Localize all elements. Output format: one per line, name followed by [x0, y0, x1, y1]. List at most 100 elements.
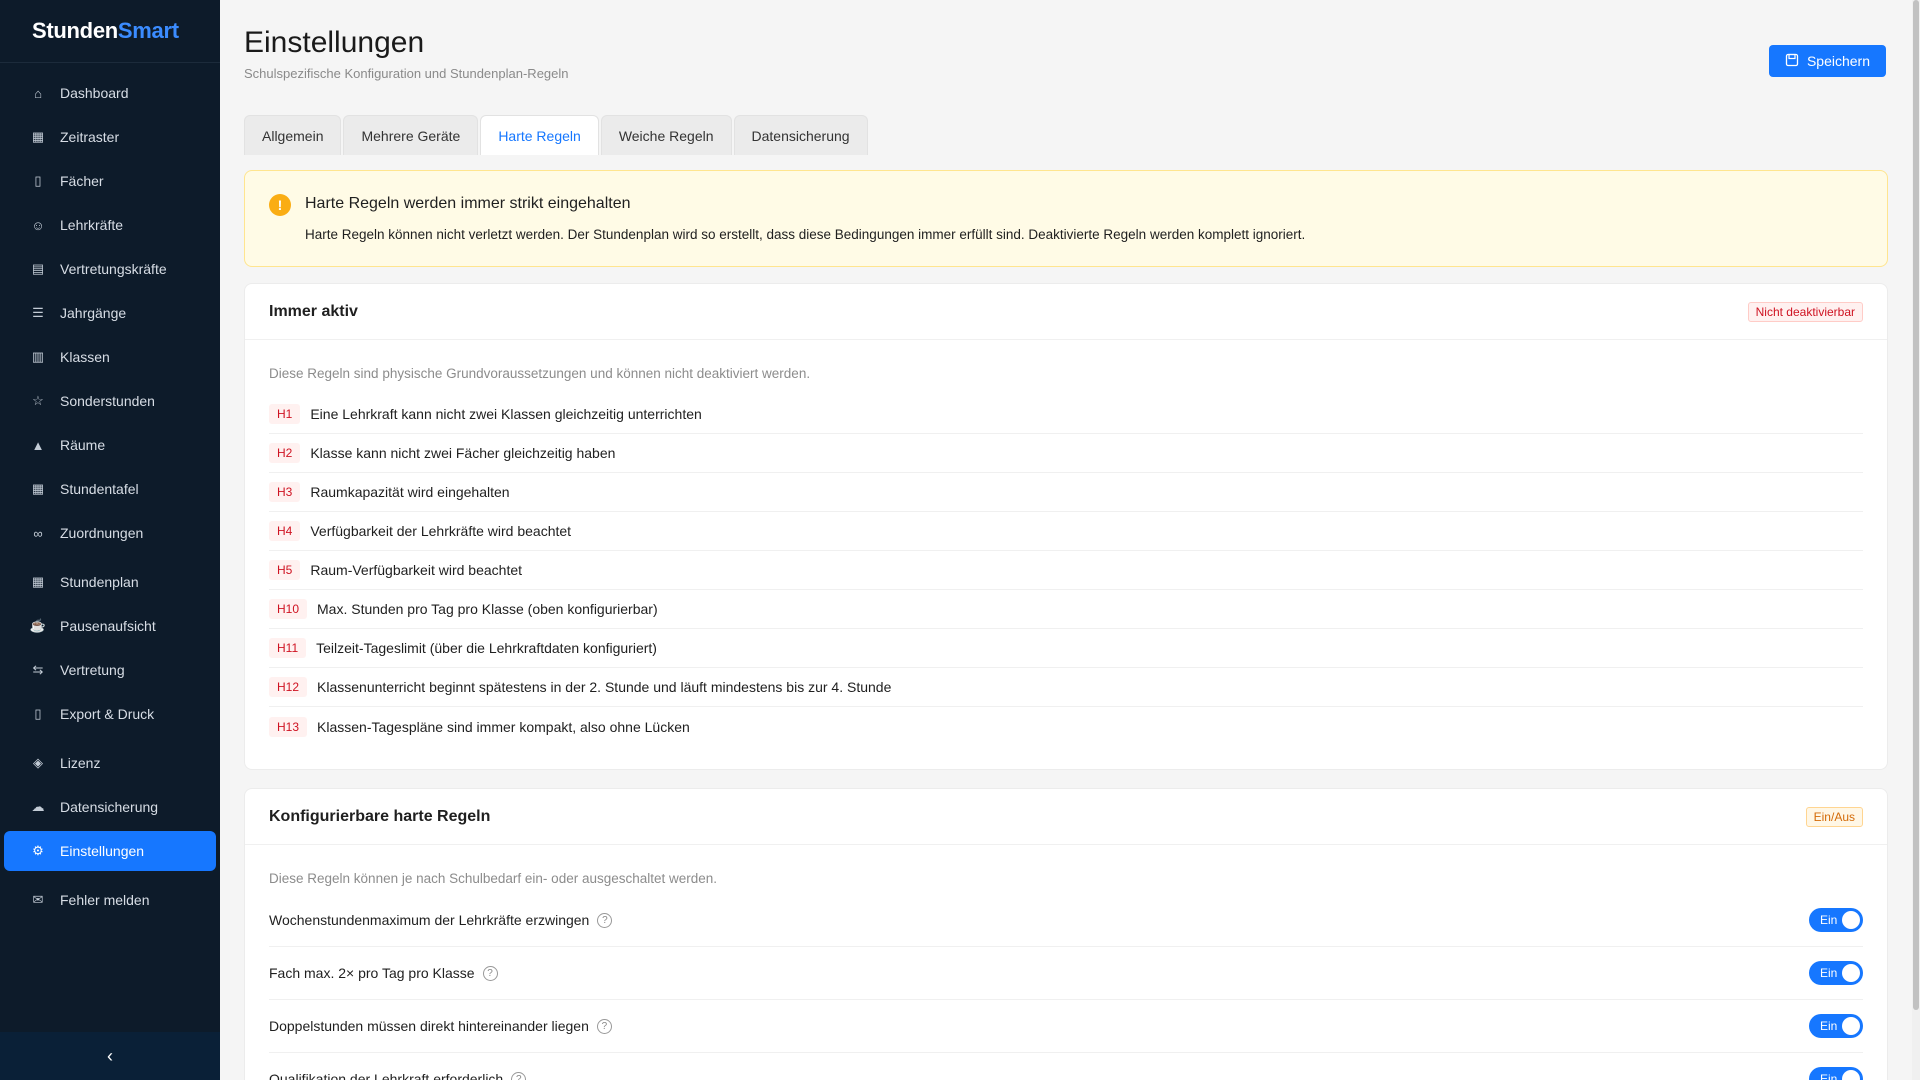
sidebar-item-label: Lizenz — [60, 755, 101, 771]
bank-icon: ▲ — [31, 437, 45, 453]
sidebar-item-jahrgaenge[interactable]: ☰ Jahrgänge — [4, 293, 216, 333]
link-icon: ∞ — [33, 525, 43, 541]
help-icon[interactable]: ? — [511, 1071, 527, 1080]
rule-toggle-switch[interactable]: Ein — [1809, 908, 1863, 932]
warning-alert: ! Harte Regeln werden immer strikt einge… — [244, 170, 1888, 267]
rule-code-badge: H1 — [269, 404, 301, 424]
page-scrollbar[interactable] — [1912, 0, 1920, 1080]
sidebar-item-label: Einstellungen — [60, 843, 145, 859]
help-icon[interactable]: ? — [482, 965, 498, 981]
list-item: H11 Teilzeit-Tageslimit (über die Lehrkra… — [269, 629, 1863, 668]
rule-text: Max. Stunden pro Tag pro Klasse (oben ko… — [317, 601, 658, 617]
gear-icon: ⚙ — [32, 843, 44, 858]
card-description: Diese Regeln sind physische Grundvorauss… — [269, 366, 811, 381]
sidebar-item-label: Fehler melden — [60, 892, 150, 908]
user-icon: ☺ — [31, 217, 45, 233]
sidebar-item-label: Räume — [60, 437, 106, 453]
rule-code-badge: H10 — [269, 599, 308, 619]
help-icon[interactable]: ? — [596, 1018, 612, 1034]
sidebar-item-label: Klassen — [60, 349, 110, 365]
file-export-icon: ▯ — [34, 706, 42, 721]
tab-mehrere-geraete[interactable]: Mehrere Geräte — [343, 115, 479, 155]
sidebar-item-stundenplan[interactable]: ▦ Stundenplan — [4, 562, 216, 602]
sidebar-item-sonderstunden[interactable]: ☆ Sonderstunden — [4, 381, 216, 421]
save-button-label: Speichern — [1806, 53, 1870, 69]
tab-allgemein[interactable]: Allgemein — [244, 115, 342, 155]
alert-description: Harte Regeln können nicht verletzt werde… — [305, 227, 1306, 242]
save-icon — [1785, 53, 1799, 70]
logo-text-stunden: Stunden — [32, 18, 118, 43]
rule-text: Klasse kann nicht zwei Fächer gleichzeit… — [310, 445, 616, 461]
rule-text: Eine Lehrkraft kann nicht zwei Klassen g… — [310, 406, 702, 422]
sidebar-collapse-button[interactable]: ‹ — [0, 1032, 220, 1080]
list-item: H12 Klassenunterricht beginnt spätestens … — [269, 668, 1863, 707]
document-icon: ▤ — [31, 261, 45, 276]
rule-text: Teilzeit-Tageslimit (über die Lehrkraftd… — [316, 640, 657, 656]
sidebar-item-lizenz[interactable]: ◈ Lizenz — [4, 743, 216, 783]
rule-text: Klassenunterricht beginnt spätestens in … — [317, 679, 892, 695]
sidebar-item-raeume[interactable]: ▲ Räume — [4, 425, 216, 465]
sidebar-item-zeitraster[interactable]: ▦ Zeitraster — [4, 117, 216, 157]
sidebar-item-label: Zeitraster — [60, 129, 120, 145]
sidebar-item-pausenaufsicht[interactable]: ☕ Pausenaufsicht — [4, 606, 216, 646]
rule-toggle-switch[interactable]: Ein — [1809, 1014, 1863, 1038]
sidebar-item-faecher[interactable]: ▯ Fächer — [4, 161, 216, 201]
list-item: Wochenstundenmaximum der Lehrkräfte erzw… — [269, 894, 1863, 947]
sidebar-item-label: Jahrgänge — [60, 305, 127, 321]
coffee-icon: ☕ — [29, 618, 47, 633]
toggle-list: Wochenstundenmaximum der Lehrkräfte erzw… — [245, 886, 1887, 1080]
home-icon: ⌂ — [34, 85, 42, 101]
rule-code-badge: H4 — [269, 521, 301, 541]
rule-code-badge: H3 — [269, 482, 301, 502]
scrollbar-thumb[interactable] — [1913, 0, 1919, 1010]
sidebar-item-datensicherung[interactable]: ☁ Datensicherung — [4, 787, 216, 827]
logo-text-smart: Smart — [117, 18, 179, 43]
rule-toggle-switch[interactable]: Ein — [1809, 1067, 1863, 1080]
book-icon: ▯ — [34, 173, 42, 188]
sidebar-item-vertretung[interactable]: ⇆ Vertretung — [4, 650, 216, 690]
book-open-icon: ▥ — [31, 349, 45, 364]
status-badge: Ein/Aus — [1805, 806, 1863, 827]
list-item: H4 Verfügbarkeit der Lehrkräfte wird beac… — [269, 512, 1863, 551]
list-item: H10 Max. Stunden pro Tag pro Klasse (oben… — [269, 590, 1863, 629]
sidebar-nav: ⌂ Dashboard ▦ Zeitraster ▯ Fächer ☺ Lehrkräf… — [0, 63, 220, 920]
sidebar-item-zuordnungen[interactable]: ∞ Zuordnungen — [4, 513, 216, 553]
tab-datensicherung[interactable]: Datensicherung — [733, 115, 868, 155]
sidebar-item-einstellungen[interactable]: ⚙ Einstellungen — [4, 831, 216, 871]
page-subtitle: Schulspezifische Konfiguration und Stund… — [244, 66, 569, 81]
toggle-state-label: Ein — [1820, 1072, 1838, 1080]
sidebar-item-label: Stundenplan — [60, 574, 139, 590]
alert-title: Harte Regeln werden immer strikt eingeha… — [305, 195, 631, 212]
settings-tabs: Allgemein Mehrere Geräte Harte Regeln We… — [244, 115, 868, 155]
sidebar-item-label: Export & Druck — [60, 706, 155, 722]
star-icon: ☆ — [32, 393, 44, 408]
warning-icon: ! — [269, 194, 291, 216]
sidebar-item-export-druck[interactable]: ▯ Export & Druck — [4, 694, 216, 734]
help-icon[interactable]: ? — [597, 912, 613, 928]
tab-weiche-regeln[interactable]: Weiche Regeln — [600, 115, 732, 155]
sidebar-item-stundentafel[interactable]: ▦ Stundentafel — [4, 469, 216, 509]
sidebar-item-label: Pausenaufsicht — [60, 618, 156, 634]
sidebar-item-label: Sonderstunden — [60, 393, 155, 409]
sidebar-item-fehler-melden[interactable]: ✉ Fehler melden — [4, 880, 216, 920]
list-item: Doppelstunden müssen direkt hintereinand… — [269, 1000, 1863, 1053]
cloud-icon: ☁ — [31, 799, 45, 814]
tab-harte-regeln[interactable]: Harte Regeln — [480, 115, 599, 155]
app-logo[interactable]: Stunden Smart — [0, 0, 220, 63]
sidebar-item-dashboard[interactable]: ⌂ Dashboard — [4, 73, 216, 113]
sidebar-item-klassen[interactable]: ▥ Klassen — [4, 337, 216, 377]
rule-label: Doppelstunden müssen direkt hintereinand… — [269, 1018, 589, 1034]
sidebar-item-label: Vertretungskräfte — [60, 261, 167, 277]
rule-label: Qualifikation der Lehrkraft erforderlich — [269, 1071, 504, 1080]
rule-code-badge: H11 — [269, 638, 307, 658]
save-button[interactable]: Speichern — [1768, 45, 1886, 77]
rule-text: Raum-Verfügbarkeit wird beachtet — [310, 562, 523, 578]
rule-toggle-switch[interactable]: Ein — [1809, 961, 1863, 985]
rule-code-badge: H2 — [269, 443, 301, 463]
rule-code-badge: H13 — [269, 716, 308, 737]
sidebar-item-vertretungskraefte[interactable]: ▤ Vertretungskräfte — [4, 249, 216, 289]
sidebar-item-lehrkraefte[interactable]: ☺ Lehrkräfte — [4, 205, 216, 245]
list-icon: ☰ — [32, 305, 44, 320]
toggle-knob — [1842, 911, 1860, 929]
status-badge: Nicht deaktivierbar — [1747, 301, 1863, 322]
